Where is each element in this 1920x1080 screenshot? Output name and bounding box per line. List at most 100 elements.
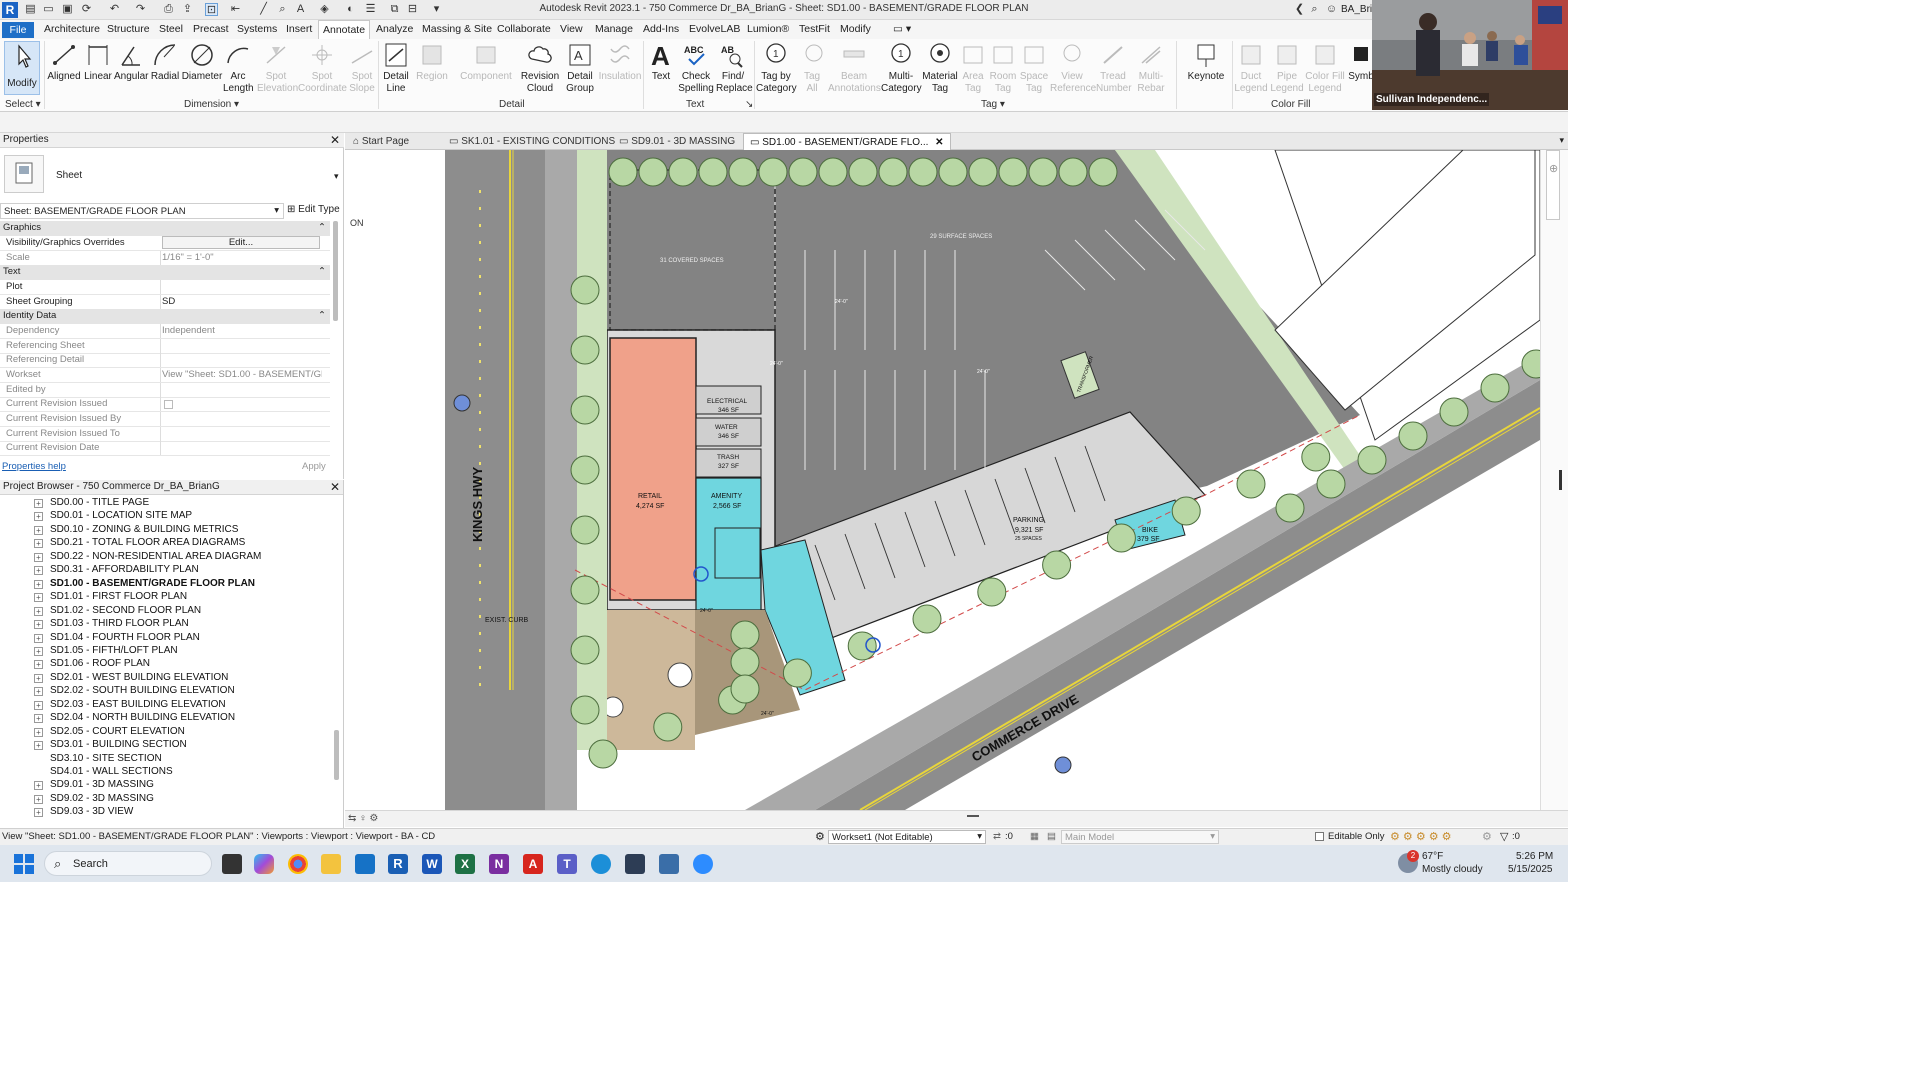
task-view-icon[interactable] bbox=[222, 854, 242, 874]
search-icon[interactable]: ⌕ bbox=[1308, 3, 1321, 16]
tab-architecture[interactable]: Architecture bbox=[44, 23, 100, 35]
spot-elevation-button[interactable]: Spot Elevation bbox=[257, 41, 298, 95]
area-tag-button[interactable]: Area Tag bbox=[960, 41, 986, 95]
section-marker-icon[interactable] bbox=[453, 394, 471, 412]
expand-icon[interactable]: + bbox=[34, 633, 43, 643]
tab-view[interactable]: View bbox=[560, 23, 583, 35]
browser-item[interactable]: + SD0.00 - TITLE PAGE bbox=[34, 497, 149, 508]
tab-file[interactable]: File bbox=[2, 22, 34, 38]
info-arrow-icon[interactable]: ❮ bbox=[1293, 3, 1306, 16]
keynote-button[interactable]: Keynote bbox=[1184, 41, 1228, 83]
browser-item[interactable]: + SD2.05 - COURT ELEVATION bbox=[34, 726, 185, 737]
insulation-button[interactable]: Insulation bbox=[598, 41, 642, 83]
expand-icon[interactable]: + bbox=[34, 741, 43, 751]
tab-precast[interactable]: Precast bbox=[193, 23, 229, 35]
close-icon[interactable]: ✕ bbox=[330, 480, 340, 494]
browser-item[interactable]: + SD1.03 - THIRD FLOOR PLAN bbox=[34, 618, 189, 630]
expand-icon[interactable]: + bbox=[34, 593, 43, 603]
expand-icon[interactable]: + bbox=[34, 606, 43, 616]
expand-icon[interactable]: + bbox=[34, 781, 43, 791]
edit-vg-button[interactable]: Edit... bbox=[162, 236, 320, 249]
tab-evolvelab[interactable]: EvolveLAB bbox=[689, 23, 740, 35]
expand-icon[interactable]: + bbox=[34, 646, 43, 656]
workset-selector[interactable]: Workset1 (Not Editable) ▾ bbox=[828, 830, 986, 844]
browser-item[interactable]: + SD0.10 - ZONING & BUILDING METRICS bbox=[34, 524, 238, 535]
properties-scrollbar[interactable] bbox=[333, 221, 338, 321]
file-explorer-icon[interactable] bbox=[321, 854, 341, 874]
apply-button[interactable]: Apply bbox=[302, 461, 326, 472]
word-icon[interactable]: W bbox=[422, 854, 442, 874]
radial-button[interactable]: Radial bbox=[149, 41, 181, 83]
color-fill-legend-button[interactable]: Color Fill Legend bbox=[1305, 41, 1345, 95]
arc-length-button[interactable]: Arc Length bbox=[223, 41, 254, 95]
chrome-icon[interactable] bbox=[288, 854, 308, 874]
duct-legend-button[interactable]: Duct Legend bbox=[1234, 41, 1268, 95]
tab-systems[interactable]: Systems bbox=[237, 23, 277, 35]
windows-start-icon[interactable] bbox=[14, 854, 34, 874]
tab-modify[interactable]: Modify bbox=[840, 23, 871, 35]
tab-massing-site[interactable]: Massing & Site bbox=[422, 23, 492, 35]
prop-value[interactable]: SD bbox=[162, 296, 322, 307]
main-model-icon[interactable]: ▤ bbox=[1047, 831, 1056, 842]
tab-sd901[interactable]: ▭ SD9.01 - 3D MASSING bbox=[613, 133, 741, 150]
browser-item[interactable]: + SD0.31 - AFFORDABILITY PLAN bbox=[34, 564, 199, 576]
ribbon-toggle-icon[interactable]: ▭ ▾ bbox=[893, 23, 911, 35]
tab-collaborate[interactable]: Collaborate bbox=[497, 23, 551, 35]
close-tab-icon[interactable]: ✕ bbox=[935, 137, 943, 148]
category-text[interactable]: Text ⌃ bbox=[0, 265, 330, 280]
browser-item[interactable]: + SD9.03 - 3D VIEW bbox=[34, 806, 133, 818]
zoom-meetings-icon[interactable] bbox=[693, 854, 713, 874]
modify-button[interactable]: Modify bbox=[4, 41, 40, 95]
hscroll-thumb[interactable] bbox=[967, 815, 979, 817]
tab-start-page[interactable]: ⌂ Start Page bbox=[347, 133, 415, 150]
zoom-icon[interactable]: ⊕ bbox=[1549, 162, 1558, 175]
revision-cloud-button[interactable]: Revision Cloud bbox=[520, 41, 560, 95]
onenote-icon[interactable]: N bbox=[489, 854, 509, 874]
view-control-icons[interactable]: ⇆ ♀ ⚙ bbox=[348, 813, 378, 824]
calculator-icon[interactable] bbox=[659, 854, 679, 874]
instance-selector[interactable]: Sheet: BASEMENT/GRADE FLOOR PLAN ▾ bbox=[0, 203, 284, 219]
expand-icon[interactable]: + bbox=[34, 700, 43, 710]
vertical-scrollbar[interactable]: ⊕ bbox=[1540, 150, 1568, 810]
expand-icon[interactable]: + bbox=[34, 620, 43, 630]
revit-taskbar-icon[interactable]: R bbox=[388, 854, 408, 874]
tag-all-button[interactable]: Tag All bbox=[801, 41, 823, 95]
expand-icon[interactable]: + bbox=[34, 727, 43, 737]
select-group-label[interactable]: Select ▾ bbox=[5, 99, 41, 110]
tread-number-button[interactable]: Tread Number bbox=[1096, 41, 1132, 95]
browser-item[interactable]: + SD1.05 - FIFTH/LOFT PLAN bbox=[34, 645, 178, 656]
multi-category-button[interactable]: 1 Multi- Category bbox=[881, 41, 922, 95]
copilot-icon[interactable] bbox=[254, 854, 274, 874]
expand-icon[interactable]: + bbox=[34, 687, 43, 697]
space-tag-button[interactable]: Space Tag bbox=[1018, 41, 1050, 95]
tab-sd100[interactable]: ▭ SD1.00 - BASEMENT/GRADE FLO... ✕ bbox=[743, 133, 951, 150]
tab-structure[interactable]: Structure bbox=[107, 23, 150, 35]
type-dropdown-icon[interactable]: ▾ bbox=[334, 171, 339, 182]
edge-icon[interactable] bbox=[591, 854, 611, 874]
tag-group-label[interactable]: Tag ▾ bbox=[981, 99, 1005, 110]
browser-item[interactable]: SD3.10 - SITE SECTION bbox=[34, 753, 162, 764]
expand-icon[interactable]: + bbox=[34, 714, 43, 724]
tab-insert[interactable]: Insert bbox=[286, 23, 312, 35]
find-replace-button[interactable]: AB Find/ Replace bbox=[716, 41, 753, 95]
tab-overflow-icon[interactable]: ▾ bbox=[1559, 135, 1564, 146]
text-settings-arrow-icon[interactable]: ↘ bbox=[745, 99, 753, 110]
expand-icon[interactable]: + bbox=[34, 499, 43, 508]
text-button[interactable]: A Text bbox=[646, 41, 676, 83]
pipe-legend-button[interactable]: Pipe Legend bbox=[1268, 41, 1306, 95]
check-spelling-button[interactable]: ABC Check Spelling bbox=[677, 41, 715, 95]
diameter-button[interactable]: Diameter bbox=[181, 41, 223, 83]
category-identity[interactable]: Identity Data ⌃ bbox=[0, 309, 330, 324]
browser-item[interactable]: + SD0.21 - TOTAL FLOOR AREA DIAGRAMS bbox=[34, 537, 245, 549]
tab-annotate[interactable]: Annotate bbox=[318, 20, 371, 39]
expand-icon[interactable]: + bbox=[34, 566, 43, 576]
browser-item[interactable]: + SD1.02 - SECOND FLOOR PLAN bbox=[34, 605, 201, 616]
expand-icon[interactable]: + bbox=[34, 512, 43, 522]
tab-add-ins[interactable]: Add-Ins bbox=[643, 23, 679, 35]
snipping-tool-icon[interactable] bbox=[625, 854, 645, 874]
tab-lumion[interactable]: Lumion® bbox=[747, 23, 789, 35]
scroll-thumb[interactable] bbox=[1559, 470, 1562, 490]
symbol-button[interactable]: Symb bbox=[1348, 41, 1374, 83]
browser-item[interactable]: + SD1.04 - FOURTH FLOOR PLAN bbox=[34, 632, 200, 643]
spot-coordinate-button[interactable]: Spot Coordinate bbox=[298, 41, 347, 95]
